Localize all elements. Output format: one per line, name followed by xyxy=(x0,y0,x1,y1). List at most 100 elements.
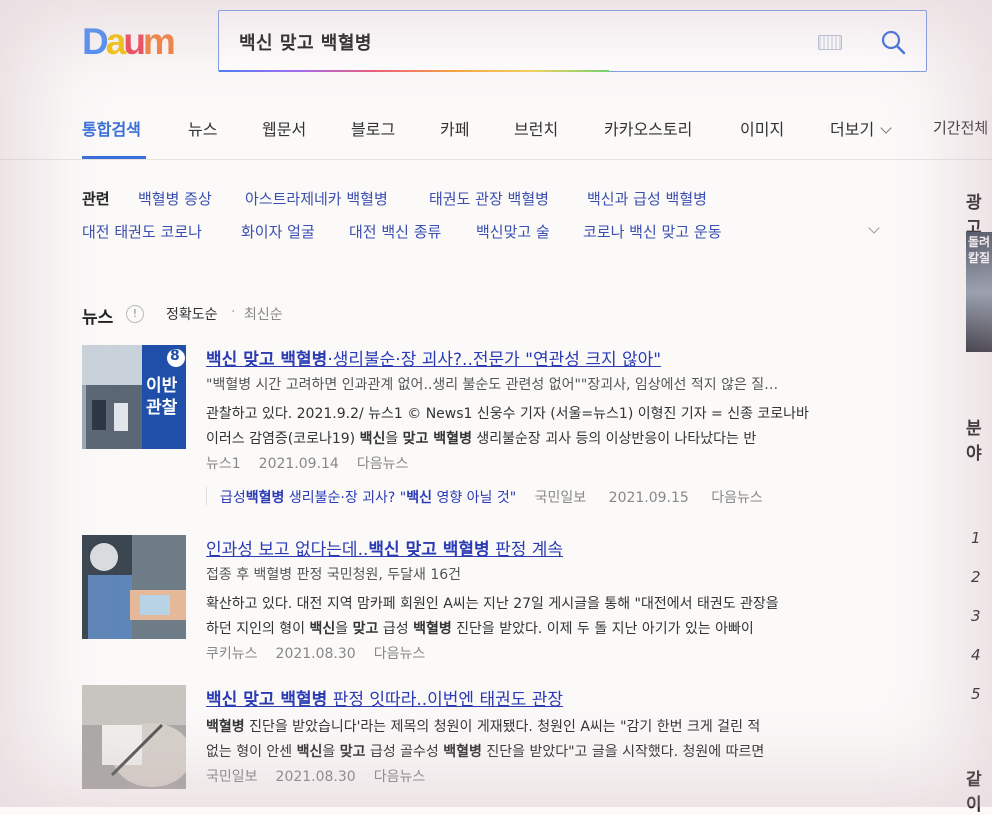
news-date: 2021.08.30 xyxy=(275,646,356,662)
news-title-link[interactable]: 백신 맞고 백혈병·생리불순·장 괴사?..전문가 "연관성 크지 않아" xyxy=(206,345,661,370)
rank-number: 3 xyxy=(971,607,981,625)
related-news-source[interactable]: 국민일보 xyxy=(535,490,587,506)
snippet-text: 진단을 받았다"고 글을 시작했다. 청원에 따르면 xyxy=(481,744,765,760)
snippet-text: 을 xyxy=(335,621,353,637)
tab-integrated[interactable]: 통합검색 xyxy=(82,116,141,140)
sort-recent[interactable]: 최신순 xyxy=(244,304,283,324)
rank-number: 2 xyxy=(971,568,981,586)
info-icon[interactable]: ! xyxy=(126,305,144,323)
news-subtitle: "백혈병 시간 고려하면 인과관계 없어..생리 불순도 관련성 없어""장괴사… xyxy=(206,377,779,393)
daum-news-link[interactable]: 다음뉴스 xyxy=(357,456,409,472)
news-thumbnail[interactable] xyxy=(82,535,186,639)
news-title-link[interactable]: 백신 맞고 백혈병 판정 잇따라..이번엔 태권도 관장 xyxy=(206,685,563,710)
search-icon[interactable] xyxy=(880,29,906,55)
related-news-title[interactable]: 급성백혈병 생리불순·장 괴사? "백신 영향 아닐 것" xyxy=(220,490,516,506)
related-news-daum-link[interactable]: 다음뉴스 xyxy=(711,490,763,506)
title-highlight: 백신 맞고 백혈병 xyxy=(206,690,328,710)
tab-blog[interactable]: 블로그 xyxy=(351,116,395,140)
snippet-highlight: 백신 xyxy=(359,431,386,447)
related-news-bar xyxy=(206,487,207,505)
logo-letter-a: a xyxy=(105,21,127,62)
related-link[interactable]: 화이자 얼굴 xyxy=(241,221,315,242)
news-snippet-line1: 관찰하고 있다. 2021.9.2/ 뉴스1 © News1 신웅수 기자 (서… xyxy=(206,406,809,422)
news-thumbnail-image xyxy=(82,685,186,789)
news-thumbnail[interactable] xyxy=(82,685,186,789)
news-snippet-line1: 확산하고 있다. 대전 지역 맘카페 회원인 A씨는 지난 27일 게시글을 통… xyxy=(206,596,779,612)
tab-more[interactable]: 더보기 xyxy=(830,116,892,140)
related-label: 관련 xyxy=(82,190,110,208)
related-link[interactable]: 대전 태권도 코로나 xyxy=(82,221,202,242)
related-expand-chevron-icon[interactable] xyxy=(868,222,880,234)
snippet-text: 없는 형이 안센 xyxy=(206,744,297,760)
search-rainbow-line xyxy=(219,70,609,72)
related-text: 생리불순·장 괴사? " xyxy=(284,490,407,506)
search-input[interactable]: 백신 맞고 백혈병 xyxy=(239,29,372,55)
news-source[interactable]: 국민일보 xyxy=(206,769,258,785)
news-meta: 뉴스1 2021.09.14 다음뉴스 xyxy=(206,453,426,473)
sidebar-heading-category: 분야 xyxy=(966,419,982,464)
tab-kakaostory[interactable]: 카카오스토리 xyxy=(604,116,692,140)
rank-number: 5 xyxy=(971,685,981,703)
snippet-highlight: 맞고 xyxy=(352,621,379,637)
title-rest: ·생리불순·장 괴사?..전문가 "연관성 크지 않아" xyxy=(327,350,662,370)
daum-news-link[interactable]: 다음뉴스 xyxy=(374,769,426,785)
related-highlight: 백신 xyxy=(406,490,433,506)
snippet-text: 진단을 받았습니다'라는 제목의 청원이 게재됐다. 청원인 A씨는 "감기 한… xyxy=(244,719,761,735)
news-meta: 쿠키뉴스 2021.08.30 다음뉴스 xyxy=(206,643,443,663)
snippet-text: 을 xyxy=(385,431,403,447)
search-box[interactable]: 백신 맞고 백혈병 xyxy=(218,10,927,72)
tab-cafe[interactable]: 카페 xyxy=(440,116,469,140)
snippet-text: 생리불순장 괴사 등의 이상반응이 나타났다는 반 xyxy=(471,431,757,447)
tab-news[interactable]: 뉴스 xyxy=(188,116,217,140)
snippet-text: 급성 골수성 xyxy=(365,744,444,760)
related-link[interactable]: 백혈병 증상 xyxy=(138,188,212,209)
title-rest: 판정 잇따라..이번엔 태권도 관장 xyxy=(327,690,564,710)
snippet-text: 이러스 감염증(코로나19) xyxy=(206,431,360,447)
news-snippet-line2: 없는 형이 안센 백신을 맞고 급성 골수성 백혈병 진단을 받았다"고 글을 … xyxy=(206,741,764,761)
thumb-badge: 8 xyxy=(170,348,180,364)
daum-news-link[interactable]: 다음뉴스 xyxy=(374,646,426,662)
news-meta: 국민일보 2021.08.30 다음뉴스 xyxy=(206,766,443,786)
news-thumbnail-image xyxy=(82,535,186,639)
title-pre: 인과성 보고 없다는데.. xyxy=(206,540,369,560)
news-section-title: 뉴스 xyxy=(82,308,114,328)
news-source[interactable]: 뉴스1 xyxy=(206,456,241,472)
related-link[interactable]: 대전 백신 종류 xyxy=(349,221,441,242)
related-link[interactable]: 백신과 급성 백혈병 xyxy=(587,188,707,209)
sidebar-ad-text: 돌려칼질 xyxy=(968,235,991,265)
related-link[interactable]: 아스트라제네카 백혈병 xyxy=(245,188,388,209)
related-link[interactable]: 백신맞고 술 xyxy=(476,221,550,242)
related-link[interactable]: 코로나 백신 맞고 운동 xyxy=(583,221,722,242)
related-link[interactable]: 태권도 관장 백혈병 xyxy=(429,188,549,209)
keyboard-icon[interactable] xyxy=(818,35,842,50)
tab-period[interactable]: 기간전체 xyxy=(933,117,988,138)
tab-web[interactable]: 웹문서 xyxy=(262,116,306,140)
related-news-item[interactable]: 급성백혈병 생리불순·장 괴사? "백신 영향 아닐 것" 국민일보 2021.… xyxy=(220,487,763,507)
sort-accuracy[interactable]: 정확도순 xyxy=(166,304,218,324)
snippet-text: 진단을 받았다. 이제 두 돌 지난 아기가 있는 아빠이 xyxy=(451,621,754,637)
logo-letter-m: m xyxy=(142,21,176,62)
related-news-date: 2021.09.15 xyxy=(608,490,689,506)
sort-separator: · xyxy=(231,304,236,320)
snippet-highlight: 백혈병 xyxy=(443,744,482,760)
rank-number: 4 xyxy=(971,646,981,664)
snippet-text: 하던 지인의 형이 xyxy=(206,621,310,637)
snippet-highlight: 맞고 백혈병 xyxy=(402,431,472,447)
title-highlight: 백신 맞고 백혈병 xyxy=(368,540,490,560)
news-title-link[interactable]: 인과성 보고 없다는데..백신 맞고 백혈병 판정 계속 xyxy=(206,535,563,560)
chevron-down-icon xyxy=(880,122,892,134)
news-date: 2021.09.14 xyxy=(258,456,339,472)
news-source[interactable]: 쿠키뉴스 xyxy=(206,646,258,662)
sidebar-ad-label: 광고 xyxy=(966,193,982,238)
daum-logo[interactable]: Daum xyxy=(82,20,194,64)
tab-image[interactable]: 이미지 xyxy=(740,116,784,140)
tabs-divider xyxy=(0,159,992,160)
news-subtitle: 접종 후 백혈병 판정 국민청원, 두달새 16건 xyxy=(206,567,462,583)
tab-brunch[interactable]: 브런치 xyxy=(514,116,558,140)
search-tabs: 통합검색 뉴스 웹문서 블로그 카페 브런치 카카오스토리 이미지 더보기 기간… xyxy=(82,116,992,160)
sidebar-heading-together: 같이 xyxy=(966,770,982,815)
snippet-highlight: 백혈병 xyxy=(413,621,452,637)
logo-letter-d: D xyxy=(82,21,109,62)
news-snippet-line2: 이러스 감염증(코로나19) 백신을 맞고 백혈병 생리불순장 괴사 등의 이상… xyxy=(206,428,756,448)
news-thumbnail[interactable]: 8 이반관찰 xyxy=(82,345,186,449)
